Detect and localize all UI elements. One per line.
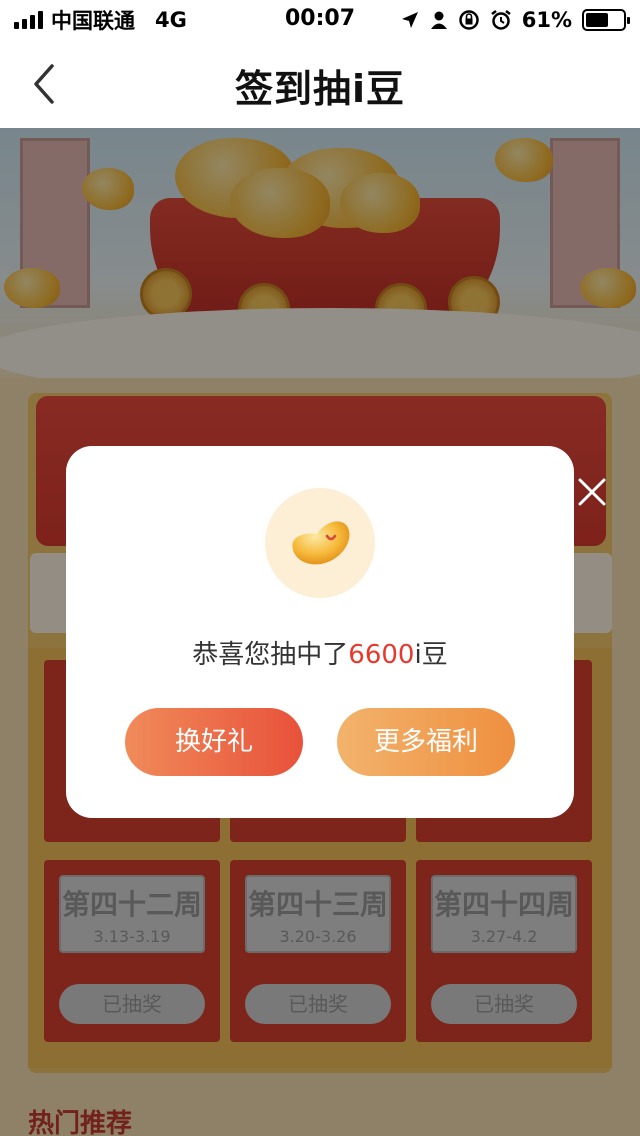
rotation-lock-icon [458,10,479,30]
bean-icon [292,521,350,565]
bean-badge [265,488,375,598]
prize-message: 恭喜您抽中了6600i豆 [66,634,574,671]
location-icon [401,12,418,28]
status-bar: 中国联通 4G 00:07 61% [0,0,640,40]
status-right: 61% [400,6,630,34]
person-icon [430,11,447,29]
nav-bar: 签到抽i豆 [0,40,640,128]
close-icon[interactable] [576,476,608,508]
page-title: 签到抽i豆 [234,67,406,111]
battery-percent: 61% [521,8,572,32]
prize-message-prefix: 恭喜您抽中了 [192,640,349,670]
alarm-icon [490,10,511,30]
prize-unit: i豆 [414,640,448,670]
battery-icon [582,9,630,31]
prize-amount: 6600 [348,640,415,670]
more-benefits-button[interactable]: 更多福利 [337,708,515,776]
prize-modal: 恭喜您抽中了6600i豆 换好礼 更多福利 [66,446,574,818]
redeem-gift-button[interactable]: 换好礼 [125,708,303,776]
